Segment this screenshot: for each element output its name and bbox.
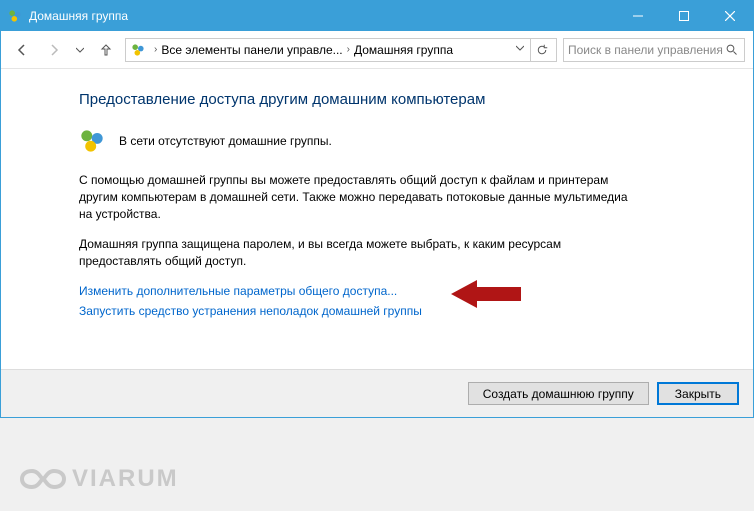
chevron-right-icon[interactable]: ›: [154, 44, 157, 55]
breadcrumb-item[interactable]: Все элементы панели управле...: [161, 43, 342, 57]
homegroup-icon: [7, 8, 23, 24]
chevron-right-icon[interactable]: ›: [347, 44, 350, 55]
breadcrumb-item[interactable]: Домашняя группа: [354, 43, 453, 57]
address-dropdown-icon[interactable]: [514, 44, 526, 55]
window-title: Домашняя группа: [29, 9, 615, 23]
nav-toolbar: › Все элементы панели управле... › Домаш…: [1, 31, 753, 69]
close-dialog-button[interactable]: Закрыть: [657, 382, 739, 405]
window-controls: [615, 1, 753, 31]
homegroup-icon: [79, 128, 105, 154]
description-paragraph: С помощью домашней группы вы можете пред…: [79, 172, 639, 222]
minimize-button[interactable]: [615, 1, 661, 31]
maximize-button[interactable]: [661, 1, 707, 31]
close-button[interactable]: [707, 1, 753, 31]
description-paragraph: Домашняя группа защищена паролем, и вы в…: [79, 236, 639, 270]
search-icon[interactable]: [724, 44, 740, 56]
watermark: VIARUM: [20, 465, 179, 493]
homegroup-icon: [130, 42, 146, 58]
infinity-icon: [20, 465, 66, 493]
status-row: В сети отсутствуют домашние группы.: [79, 128, 713, 154]
control-panel-window: Домашняя группа: [0, 0, 754, 418]
page-heading: Предоставление доступа другим домашним к…: [79, 91, 713, 108]
annotation-arrow-icon: [451, 278, 521, 315]
change-sharing-settings-link[interactable]: Изменить дополнительные параметры общего…: [79, 284, 713, 298]
recent-locations-dropdown[interactable]: [73, 37, 87, 63]
search-input[interactable]: Поиск в панели управления: [563, 38, 745, 62]
back-button[interactable]: [9, 37, 35, 63]
create-homegroup-button[interactable]: Создать домашнюю группу: [468, 382, 649, 405]
up-button[interactable]: [93, 37, 119, 63]
address-bar[interactable]: › Все элементы панели управле... › Домаш…: [125, 38, 557, 62]
refresh-button[interactable]: [530, 39, 552, 61]
watermark-text: VIARUM: [72, 465, 179, 493]
search-placeholder: Поиск в панели управления: [568, 43, 724, 57]
content-pane: Предоставление доступа другим домашним к…: [1, 69, 753, 318]
dialog-footer: Создать домашнюю группу Закрыть: [1, 369, 753, 417]
forward-button[interactable]: [41, 37, 67, 63]
titlebar: Домашняя группа: [1, 1, 753, 31]
troubleshoot-link[interactable]: Запустить средство устранения неполадок …: [79, 304, 713, 318]
status-text: В сети отсутствуют домашние группы.: [119, 134, 332, 148]
